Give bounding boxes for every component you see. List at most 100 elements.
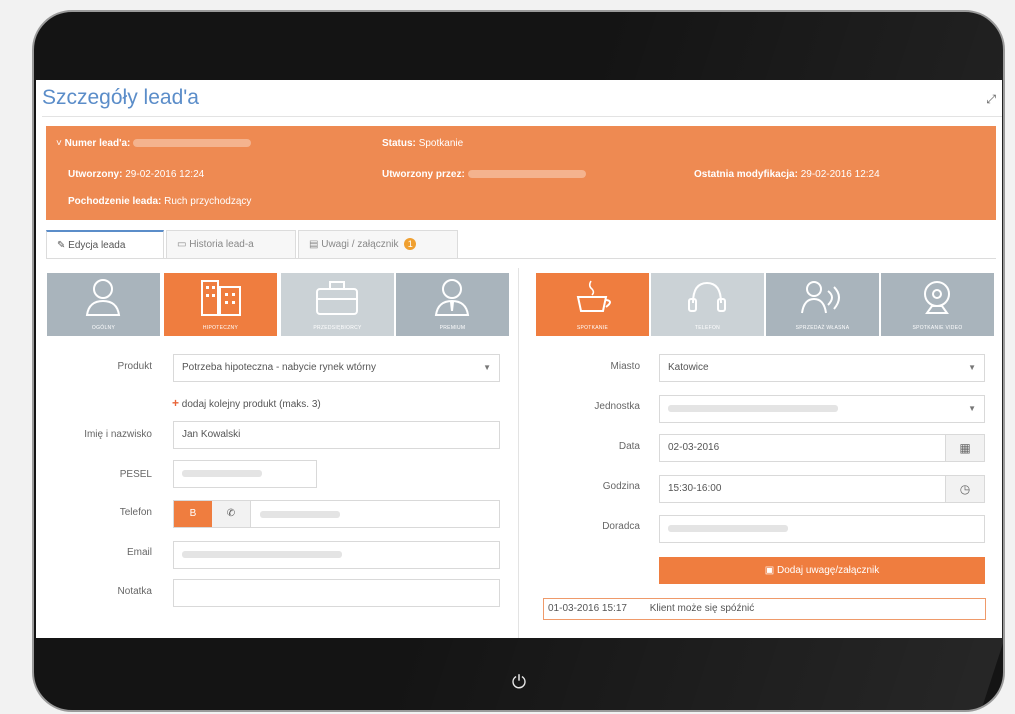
origin-field: Pochodzenie leada: Ruch przychodzący [68,196,251,207]
chevron-down-icon: ▼ [968,404,976,413]
product-tile-mortgage[interactable]: HIPOTECZNY [164,273,277,336]
phone-type-button[interactable]: B [174,501,212,527]
product-tile-premium[interactable]: PREMIUM [396,273,509,336]
created-by-label: Utworzony przez: [382,169,465,180]
contact-tile-phone[interactable]: TELEFON [651,273,764,336]
phone-value-redacted [260,511,340,518]
webcam-icon [924,281,950,314]
unit-select[interactable]: ▼ [659,395,985,423]
time-field[interactable]: 15:30-16:00 ◷ [659,475,985,503]
note-entry-date: 01-03-2016 15:17 [548,603,627,614]
time-value: 15:30-16:00 [668,483,722,494]
modified-value: 29-02-2016 12:24 [800,169,880,180]
tab-notes-attachments[interactable]: ▤ Uwagi / załącznik 1 [298,230,458,258]
add-product-text: dodaj kolejny produkt (maks. 3) [181,399,321,410]
city-select[interactable]: Katowice ▼ [659,354,985,382]
email-value-redacted [182,550,342,558]
note-field[interactable] [173,579,500,607]
contact-tile-own-sale[interactable]: SPRZEDAŻ WŁASNA [766,273,879,336]
unit-value-redacted [668,404,838,412]
tile-label: PRZEDSIĘBIORCY [313,325,362,331]
phone-label: Telefon [119,507,152,518]
product-select-value: Potrzeba hipoteczna - nabycie rynek wtór… [182,362,376,373]
plus-icon: + [172,396,180,410]
name-label: Imię i nazwisko [84,429,152,440]
tabs-divider [46,258,996,259]
app-screen: Szczegóły lead'a ⤢ ˅ Numer lead'a: Statu… [36,80,1002,638]
calendar-icon[interactable]: ▦ [945,435,984,461]
page-title: Szczegóły lead'a [42,86,199,109]
status-field: Status: Spotkanie [382,138,463,149]
product-tile-general[interactable]: OGÓLNY [47,273,160,336]
clock-icon[interactable]: ◷ [945,476,984,502]
phone-icon[interactable]: ✆ [212,501,251,527]
tile-label: TELEFON [694,325,721,331]
advisor-field[interactable] [659,515,985,543]
pesel-field[interactable] [173,460,317,488]
tab-label: Historia lead-a [189,239,254,250]
lead-summary-banner: ˅ Numer lead'a: Status: Spotkanie Utworz… [46,126,996,220]
chevron-down-icon: ▼ [968,363,976,372]
name-value: Jan Kowalski [182,429,241,440]
title-divider [42,116,1002,117]
person-tie-icon [434,279,470,316]
column-divider [518,268,519,638]
history-icon: ▭ [177,239,187,250]
notes-count-badge: 1 [404,238,417,250]
add-note-button-label: Dodaj uwagę/załącznik [776,565,880,576]
created-label: Utworzony: [68,169,123,180]
lead-number-field: ˅ Numer lead'a: [56,138,252,149]
pesel-value-redacted [182,469,262,477]
lead-number-value-redacted [133,139,252,148]
building-icon [201,280,241,316]
created-value: 29-02-2016 12:24 [125,169,205,180]
headset-icon [688,281,726,312]
person-icon [85,279,121,316]
phone-field[interactable]: B ✆ [173,500,500,528]
chevron-down-icon: ▼ [483,363,491,372]
status-value: Spotkanie [418,138,464,149]
contact-tile-meeting[interactable]: SPOTKANIE [536,273,649,336]
collapse-chevron-icon[interactable]: ˅ [56,138,62,149]
briefcase-icon [316,281,358,315]
resize-icon[interactable]: ⤢ [986,92,996,107]
origin-value: Ruch przychodzący [164,196,252,207]
unit-label: Jednostka [594,401,640,412]
edit-icon: ✎ [57,240,66,251]
product-tile-business[interactable]: PRZEDSIĘBIORCY [281,273,394,336]
lead-number-label: Numer lead'a: [64,138,131,149]
city-select-value: Katowice [668,362,709,373]
add-product-link[interactable]: + dodaj kolejny produkt (maks. 3) [172,396,321,410]
tile-label: OGÓLNY [91,325,116,331]
date-label: Data [618,441,640,452]
product-label: Produkt [117,361,152,372]
modified-label: Ostatnia modyfikacja: [694,169,798,180]
pesel-label: PESEL [119,469,152,480]
tile-label: SPOTKANIE VIDEO [912,325,963,331]
tab-label: Uwagi / załącznik [321,239,399,250]
product-select[interactable]: Potrzeba hipoteczna - nabycie rynek wtór… [173,354,500,382]
name-field[interactable]: Jan Kowalski [173,421,500,449]
coffee-icon [576,280,611,312]
email-field[interactable] [173,541,500,569]
note-label: Notatka [117,586,152,597]
tab-lead-history[interactable]: ▭ Historia lead-a [166,230,296,258]
attachment-icon: ▤ [309,239,319,250]
city-label: Miasto [610,361,640,372]
tab-edit-lead[interactable]: ✎ Edycja leada [46,230,164,258]
advisor-label: Doradca [602,521,640,532]
add-note-button[interactable]: ▣ Dodaj uwagę/załącznik [659,557,985,584]
tile-label: SPOTKANIE [576,325,609,331]
note-entry-text: Klient może się spóźnić [649,603,755,614]
note-entry: 01-03-2016 15:17 Klient może się spóźnić [543,598,986,620]
date-field[interactable]: 02-03-2016 ▦ [659,434,985,462]
contact-tile-video-meeting[interactable]: SPOTKANIE VIDEO [881,273,994,336]
time-label: Godzina [602,481,640,492]
tile-label: HIPOTECZNY [202,325,239,331]
created-by-field: Utworzony przez: [382,169,586,180]
power-icon[interactable]: ⏻ [508,671,530,693]
tile-label: PREMIUM [439,325,466,331]
modified-field: Ostatnia modyfikacja: 29-02-2016 12:24 [694,169,880,180]
status-label: Status: [382,138,416,149]
origin-label: Pochodzenie leada: [68,196,162,207]
